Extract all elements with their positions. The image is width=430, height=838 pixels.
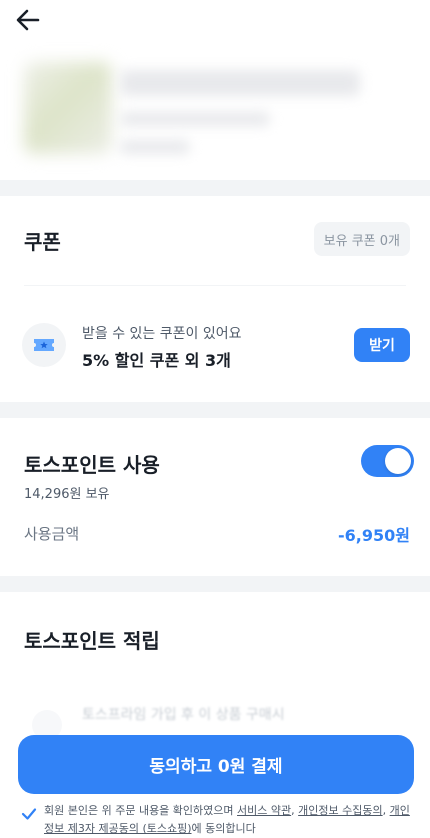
coupon-divider — [24, 285, 406, 286]
toss-points-earn-title: 토스포인트 적립 — [24, 629, 160, 653]
earn-info-row: 토스프라임 가입 후 이 상품 구매시 — [24, 702, 424, 736]
agreement-text: 회원 본인은 위 주문 내용을 확인하였으며 서비스 약관, 개인정보 수집동의… — [44, 802, 414, 838]
terms-of-service-link[interactable]: 서비스 약관 — [237, 804, 291, 817]
points-balance: 14,296원 보유 — [24, 487, 110, 502]
product-title-blur — [120, 70, 360, 96]
check-icon — [21, 808, 37, 820]
product-price-blur — [120, 140, 190, 154]
earn-info-text: 토스프라임 가입 후 이 상품 구매시 — [82, 707, 285, 723]
product-summary — [20, 50, 360, 162]
product-option-blur — [120, 112, 270, 126]
agreement-suffix: 에 동의합니다 — [191, 822, 256, 835]
coupon-available-text: 받을 수 있는 쿠폰이 있어요 — [82, 326, 242, 342]
arrow-left-icon — [16, 9, 40, 31]
use-amount-label: 사용금액 — [24, 525, 80, 543]
agreement-row: 회원 본인은 위 주문 내용을 확인하였으며 서비스 약관, 개인정보 수집동의… — [20, 801, 416, 835]
toss-points-use-title: 토스포인트 사용 — [24, 453, 160, 477]
toss-points-toggle[interactable] — [361, 445, 414, 477]
agreement-check[interactable] — [20, 805, 38, 823]
ticket-icon — [34, 339, 54, 351]
earn-info-icon — [32, 710, 62, 736]
agreement-prefix: 회원 본인은 위 주문 내용을 확인하였으며 — [44, 804, 238, 817]
owned-coupon-chip[interactable]: 보유 쿠폰 0개 — [313, 222, 410, 256]
agreement-separator: , — [382, 804, 390, 817]
section-divider — [0, 402, 430, 418]
coupon-offer-text: 5% 할인 쿠폰 외 3개 — [82, 351, 231, 370]
privacy-collection-link[interactable]: 개인정보 수집동의 — [298, 804, 382, 817]
toggle-knob — [385, 448, 411, 474]
back-button[interactable] — [14, 6, 42, 34]
agree-and-pay-button[interactable]: 동의하고 0원 결제 — [18, 735, 414, 794]
receive-coupon-button[interactable]: 받기 — [354, 328, 410, 362]
section-divider — [0, 576, 430, 592]
section-divider — [0, 180, 430, 196]
coupon-title: 쿠폰 — [24, 230, 61, 254]
use-amount-value: -6,950원 — [338, 526, 410, 545]
product-image — [24, 62, 112, 154]
coupon-icon-badge — [22, 323, 66, 367]
top-bar — [0, 0, 430, 44]
